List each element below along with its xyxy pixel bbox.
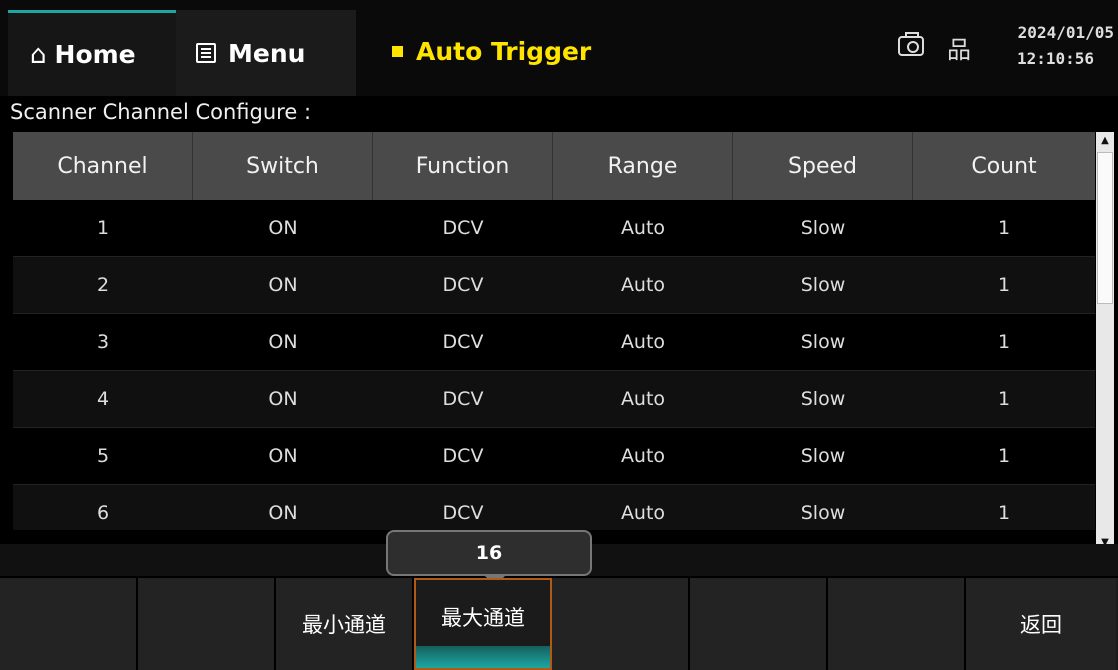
cell-speed: Slow [800,502,846,524]
cell-function: DCV [442,217,484,239]
column-header-channel: Channel [13,132,193,200]
cell-function: DCV [442,331,484,353]
cell-channel: 1 [96,217,110,239]
softkey-5[interactable] [552,578,690,670]
cell-range: Auto [620,388,666,410]
trigger-status-label: Auto Trigger [416,36,592,66]
cell-count: 1 [997,445,1011,467]
cell-channel: 4 [96,388,110,410]
cell-count: 1 [997,502,1011,524]
channel-table: Channel Switch Function Range Speed Coun… [13,132,1095,530]
column-header-function: Function [373,132,553,200]
column-header-speed: Speed [733,132,913,200]
cell-channel: 6 [96,502,110,524]
cell-switch: ON [268,331,298,353]
cell-speed: Slow [800,217,846,239]
table-row[interactable]: 2 ON DCV Auto Slow 1 [13,257,1095,314]
menu-tab-label: Menu [228,38,306,68]
table-row[interactable]: 6 ON DCV Auto Slow 1 [13,485,1095,530]
instrument-screen: ⌂ Home Menu Auto Trigger 品 2024/01/05 12… [0,0,1118,670]
softkey-1[interactable] [0,578,138,670]
cell-switch: ON [268,274,298,296]
column-header-switch: Switch [193,132,373,200]
menu-icon [196,43,216,63]
min-channel-label: 最小通道 [302,613,386,637]
softkey-bar: 最小通道 最大通道 返回 [0,578,1118,670]
cell-switch: ON [268,388,298,410]
cell-count: 1 [997,331,1011,353]
cell-speed: Slow [800,445,846,467]
max-channel-label: 最大通道 [441,606,525,630]
column-header-count: Count [971,153,1037,179]
cell-function: DCV [442,502,484,524]
table-row[interactable]: 4 ON DCV Auto Slow 1 [13,371,1095,428]
cell-range: Auto [620,274,666,296]
table-row[interactable]: 5 ON DCV Auto Slow 1 [13,428,1095,485]
cell-channel: 2 [96,274,110,296]
cell-speed: Slow [800,274,846,296]
max-channel-button[interactable]: 最大通道 [414,578,552,670]
cell-switch: ON [268,217,298,239]
column-header-range: Range [553,132,733,200]
cell-count: 1 [997,388,1011,410]
cell-speed: Slow [800,388,846,410]
min-channel-button[interactable]: 最小通道 [276,578,414,670]
softkey-6[interactable] [690,578,828,670]
trigger-status: Auto Trigger [392,33,591,69]
value-popup[interactable]: 16 [386,530,592,576]
menu-tab[interactable]: Menu [176,10,356,96]
table-row[interactable]: 3 ON DCV Auto Slow 1 [13,314,1095,371]
cell-function: DCV [442,274,484,296]
time-text: 12:10:56 [1016,49,1094,68]
cell-function: DCV [442,388,484,410]
cell-switch: ON [268,445,298,467]
page-title: Scanner Channel Configure : [10,100,312,124]
date-text: 2024/01/05 [1017,23,1114,42]
cell-channel: 5 [96,445,110,467]
softkey-7[interactable] [828,578,966,670]
cell-count: 1 [997,274,1011,296]
back-button[interactable]: 返回 [966,578,1116,670]
cell-count: 1 [997,217,1011,239]
cell-function: DCV [442,445,484,467]
scroll-thumb[interactable] [1097,152,1113,304]
camera-icon[interactable] [898,32,924,56]
cell-range: Auto [620,445,666,467]
table-row[interactable]: 1 ON DCV Auto Slow 1 [13,200,1095,257]
back-label: 返回 [1020,613,1062,637]
datetime: 2024/01/05 12:10:56 [994,20,1114,72]
network-icon: 品 [947,36,971,64]
trigger-indicator-icon [392,45,403,57]
top-bar: ⌂ Home Menu Auto Trigger 品 2024/01/05 12… [0,0,1118,96]
cell-range: Auto [620,502,666,524]
home-tab-label: Home [54,40,136,69]
cell-channel: 3 [96,331,110,353]
cell-range: Auto [620,331,666,353]
table-header: Channel Switch Function Range Speed Coun… [13,132,1095,200]
cell-range: Auto [620,217,666,239]
home-icon: ⌂ [30,39,47,70]
home-tab[interactable]: ⌂ Home [8,10,176,96]
cell-speed: Slow [800,331,846,353]
table-scrollbar[interactable]: ▲ ▼ [1096,132,1114,552]
softkey-2[interactable] [138,578,276,670]
cell-switch: ON [268,502,298,524]
scroll-up-arrow-icon[interactable]: ▲ [1096,132,1114,150]
